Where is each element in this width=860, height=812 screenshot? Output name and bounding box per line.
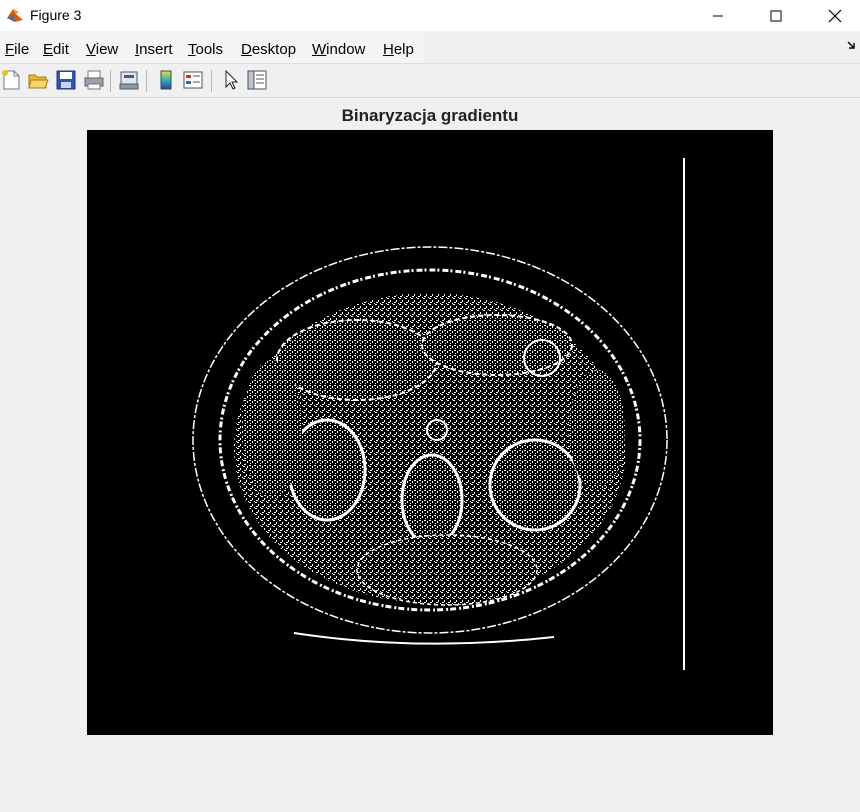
toolbar-separator (110, 70, 111, 92)
menu-view[interactable]: View (86, 41, 118, 58)
toolbar-separator (146, 70, 147, 92)
menu-file[interactable]: File (5, 41, 29, 58)
menu-help[interactable]: Help (383, 41, 414, 58)
figure-title: Binaryzacja gradientu (341, 106, 519, 125)
minimize-button[interactable] (695, 0, 741, 31)
colorbar-icon[interactable] (155, 69, 177, 91)
toolbar-separator (211, 70, 212, 92)
property-inspector-icon[interactable] (246, 69, 268, 91)
figure-toolbar (0, 63, 860, 98)
print-preview-icon[interactable] (118, 69, 140, 91)
menu-bar-items: File Edit View Insert Tools Desktop Wind… (0, 33, 424, 63)
binary-gradient-image (192, 158, 685, 670)
open-file-icon[interactable] (27, 69, 49, 91)
menu-window[interactable]: Window (312, 41, 365, 58)
window-titlebar: Figure 3 (0, 0, 860, 31)
toolbar-overflow-icon[interactable] (846, 39, 858, 51)
menu-tools[interactable]: Tools (188, 41, 223, 58)
matlab-logo-icon (7, 9, 23, 22)
menu-edit[interactable]: Edit (43, 41, 69, 58)
image-axes[interactable] (87, 130, 773, 735)
menu-insert[interactable]: Insert (135, 41, 173, 58)
edit-plot-icon[interactable] (220, 69, 242, 91)
menu-bar: File Edit View Insert Tools Desktop Wind… (0, 31, 860, 63)
close-icon (828, 9, 842, 22)
menu-desktop[interactable]: Desktop (241, 41, 296, 58)
maximize-button[interactable] (753, 0, 799, 31)
print-icon[interactable] (83, 69, 105, 91)
legend-icon[interactable] (182, 69, 204, 91)
maximize-icon (770, 10, 782, 21)
new-figure-icon[interactable] (0, 69, 22, 91)
window-title: Figure 3 (30, 7, 82, 23)
minimize-icon (713, 15, 723, 16)
save-icon[interactable] (55, 69, 77, 91)
close-button[interactable] (812, 0, 858, 31)
